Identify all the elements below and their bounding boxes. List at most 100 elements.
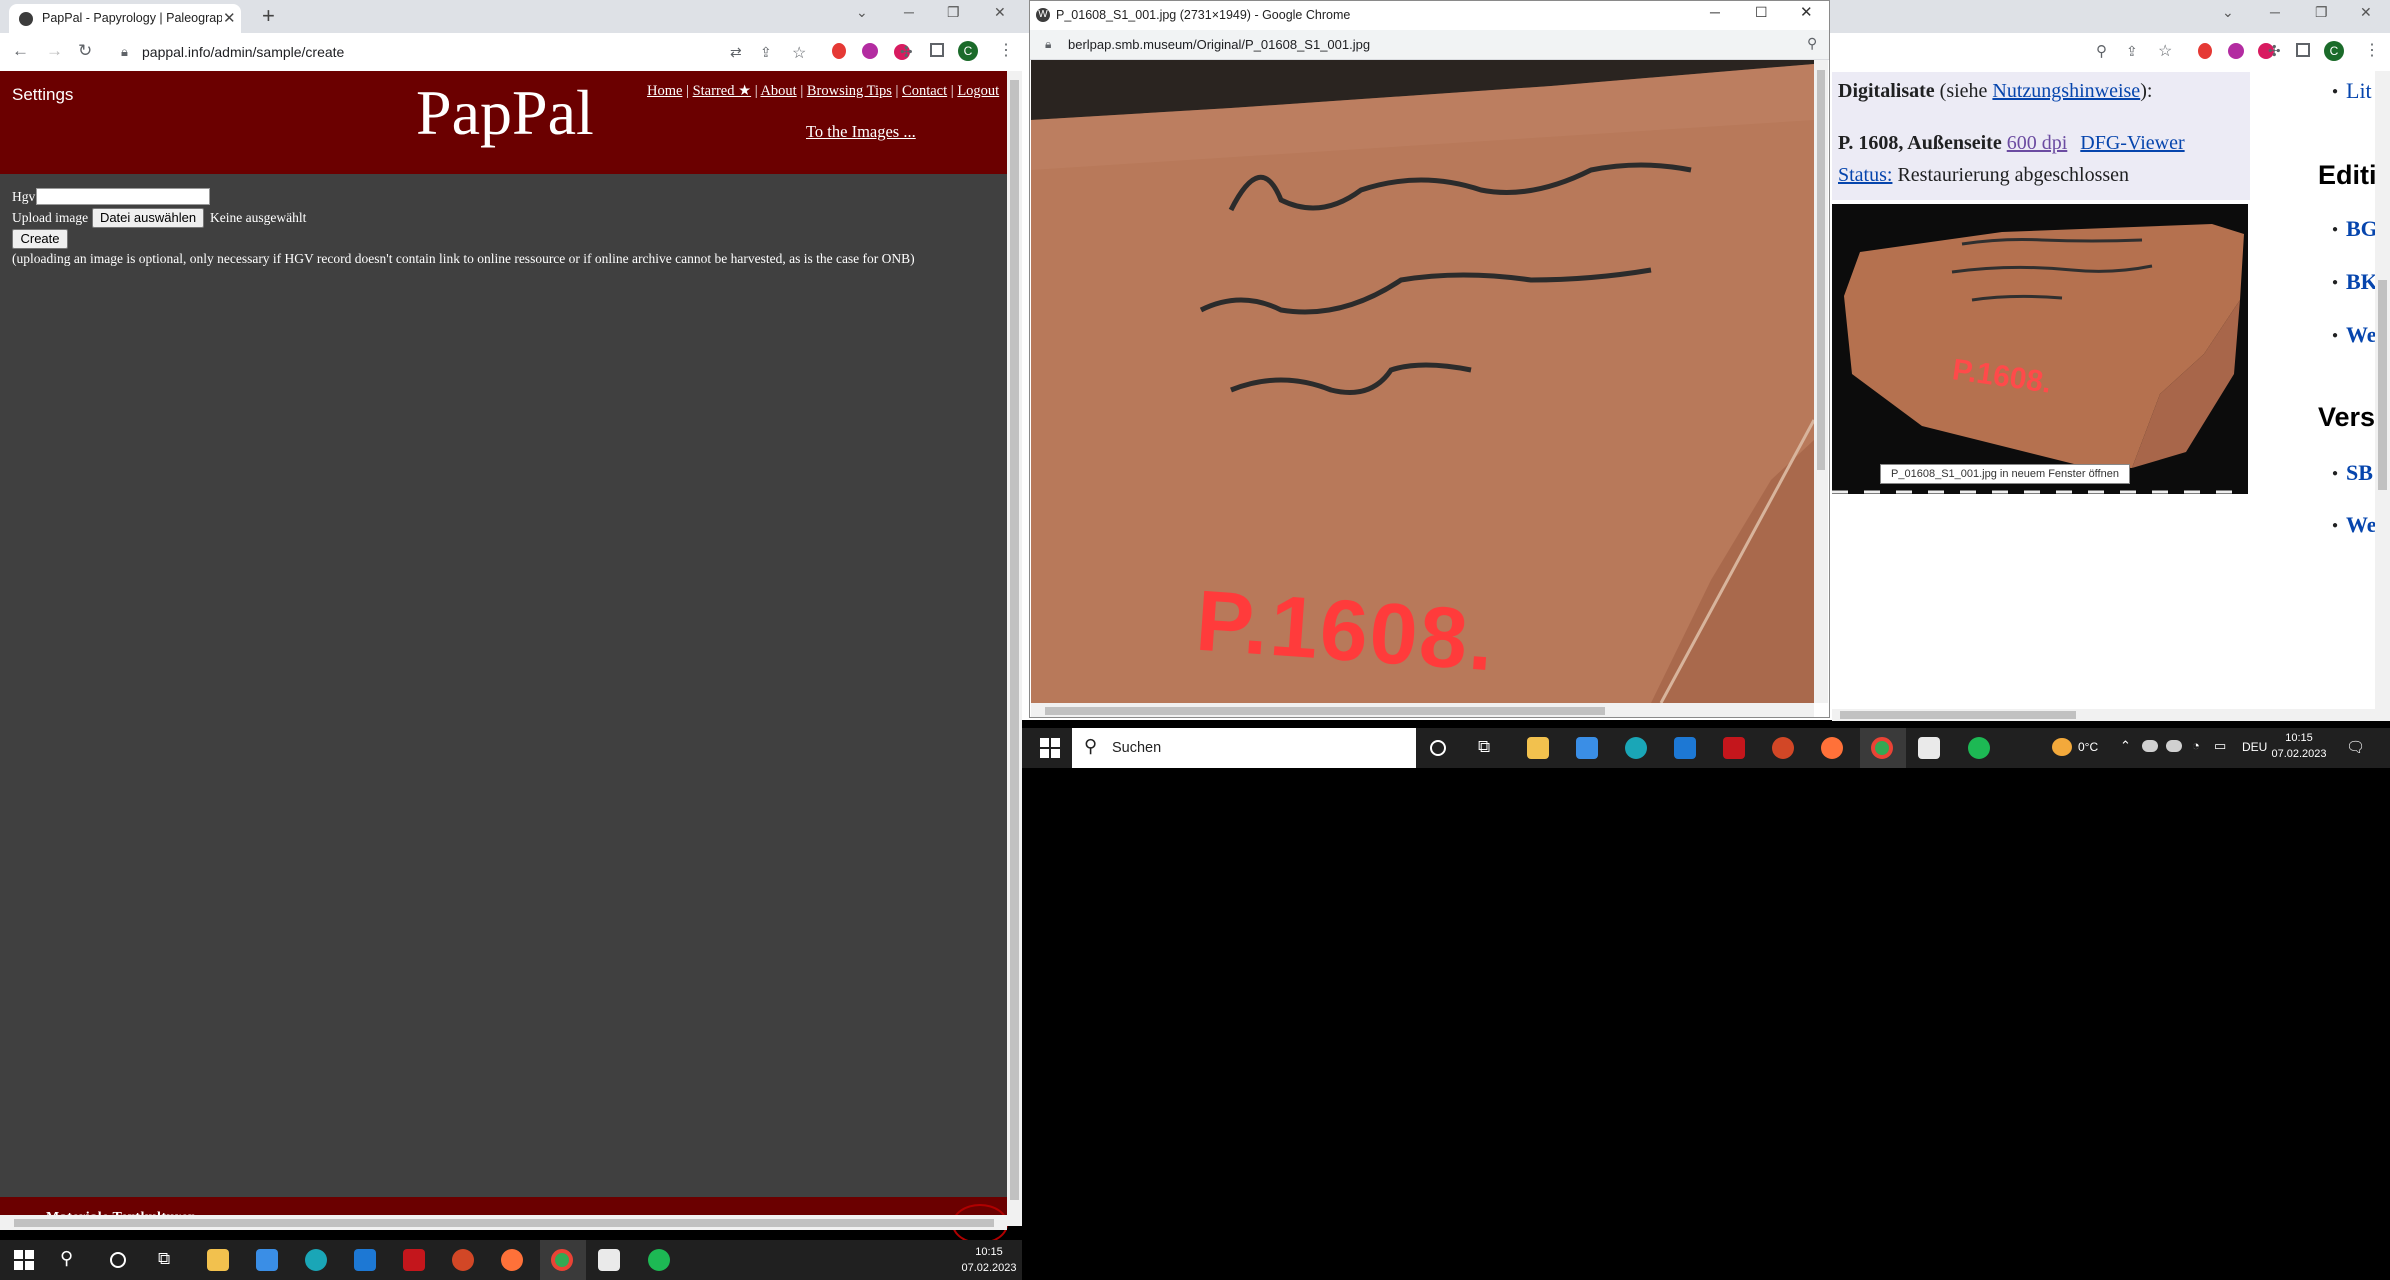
right-clock[interactable]: 10:15 07.02.2023 [2264,730,2334,762]
weather-icon[interactable] [2052,738,2072,756]
nav-browsing-tips[interactable]: Browsing Tips [807,83,892,99]
spotify-icon[interactable] [648,1249,670,1271]
create-button[interactable]: Create [12,229,68,249]
popup-zoom-icon[interactable]: ⚲ [1807,35,1817,52]
right-close-window-icon[interactable]: ✕ [2360,4,2372,21]
popup-minimize-icon[interactable]: ─ [1710,4,1720,20]
right-task-view-icon[interactable]: ⧉ [1478,737,1490,757]
right-chrome-icon[interactable] [1871,737,1893,759]
right-minimize-icon[interactable]: ─ [2270,4,2280,20]
lock-icon[interactable]: 🔒︎ [121,44,128,60]
popup-vertical-scroll-thumb[interactable] [1817,70,1825,470]
right-mail-icon[interactable] [1674,737,1696,759]
right-extension-purple-icon[interactable] [2228,43,2244,59]
left-vertical-scroll-thumb[interactable] [1010,80,1019,1200]
cortana-icon[interactable] [110,1252,126,1268]
side-panel-icon[interactable] [930,43,944,57]
right-side-panel-icon[interactable] [2296,43,2310,57]
restore-icon[interactable]: ❐ [947,4,960,21]
popup-maximize-icon[interactable]: ☐ [1755,4,1768,21]
task-view-icon[interactable]: ⧉ [158,1249,170,1269]
translate-icon[interactable]: ⇄ [730,44,742,61]
chrome-icon[interactable] [551,1249,573,1271]
nutzungshinweise-link[interactable]: Nutzungshinweise [1992,80,2140,102]
right-menu-dots-icon[interactable]: ⋮ [2364,40,2380,60]
search-icon[interactable]: ⚲ [60,1248,73,1269]
left-clock[interactable]: 10:15 07.02.2023 [960,1244,1018,1276]
extensions-puzzle-icon[interactable]: ✣ [900,43,913,61]
tray-wifi-icon[interactable]: ◔ [2192,738,2200,753]
right-extensions-puzzle-icon[interactable]: ✣ [2268,42,2281,60]
papyrus-thumbnail-image[interactable] [1832,204,2248,494]
app-window-icon[interactable] [598,1249,620,1271]
menu-dots-icon[interactable]: ⋮ [998,40,1014,60]
right-edge-icon[interactable] [1625,737,1647,759]
status-link[interactable]: Status: [1838,164,1892,186]
dfg-viewer-link[interactable]: DFG-Viewer [2080,132,2184,154]
tray-battery-icon[interactable]: ▭ [2214,738,2226,754]
nav-logout[interactable]: Logout [957,83,999,99]
windows-start-icon[interactable] [14,1250,34,1270]
left-browser-tab[interactable]: PapPal - Papyrology | Paleography ✕ [9,4,241,33]
right-tab-search-chevron-icon[interactable]: ⌄ [2222,4,2234,21]
sidebar-lit-link[interactable]: Lit [2346,78,2372,104]
notification-icon[interactable]: 🗨︎ [2346,738,2365,756]
sidebar-edition-1[interactable]: BG [2346,216,2378,242]
right-bookmark-star-icon[interactable]: ☆ [2158,41,2172,61]
nav-home[interactable]: Home [647,83,682,99]
right-restore-icon[interactable]: ❐ [2315,4,2328,21]
weather-text[interactable]: 0°C [2078,740,2098,754]
sidebar-version-1[interactable]: SB [2346,460,2373,486]
mail-icon[interactable] [354,1249,376,1271]
popup-close-icon[interactable]: ✕ [1800,3,1813,21]
edge-icon[interactable] [305,1249,327,1271]
right-windows-start-icon[interactable] [1040,738,1060,758]
settings-link[interactable]: Settings [12,85,73,105]
back-icon[interactable]: ← [12,41,29,61]
right-acrobat-icon[interactable] [1723,737,1745,759]
acrobat-icon[interactable] [403,1249,425,1271]
right-file-explorer-icon[interactable] [1527,737,1549,759]
nav-about[interactable]: About [760,83,796,99]
right-spotify-icon[interactable] [1968,737,1990,759]
right-zoom-icon[interactable]: ⚲ [2096,42,2107,60]
right-store-icon[interactable] [1576,737,1598,759]
minimize-icon[interactable]: ─ [904,4,914,20]
forward-icon[interactable]: → [46,41,63,61]
right-cortana-icon[interactable] [1430,740,1446,756]
tray-cloud-icon[interactable] [2166,740,2182,752]
firefox-icon[interactable] [501,1249,523,1271]
right-horizontal-scroll-thumb[interactable] [1840,711,2076,719]
to-images-link[interactable]: To the Images ... [806,122,916,142]
right-share-icon[interactable]: ⇪ [2126,43,2138,60]
tray-onedrive-icon[interactable] [2142,740,2158,752]
new-tab-icon[interactable]: + [262,3,275,29]
share-icon[interactable]: ⇪ [760,44,772,61]
extension-red-icon[interactable] [832,43,846,59]
store-icon[interactable] [256,1249,278,1271]
pappal-logo[interactable]: PapPal [416,76,594,150]
right-firefox-icon[interactable] [1821,737,1843,759]
tray-chevron-icon[interactable]: ⌃ [2120,738,2131,754]
left-horizontal-scroll-thumb[interactable] [14,1219,994,1227]
right-extension-red-icon[interactable] [2198,43,2212,59]
choose-file-button[interactable]: Datei auswählen [92,208,204,228]
tab-close-icon[interactable]: ✕ [223,9,236,27]
sidebar-edition-2[interactable]: BK [2346,269,2378,295]
right-app-window-icon[interactable] [1918,737,1940,759]
popup-horizontal-scroll-thumb[interactable] [1045,707,1605,715]
hgv-input[interactable] [36,188,210,205]
extension-purple-icon[interactable] [862,43,878,59]
profile-avatar[interactable]: C [958,41,978,61]
nav-contact[interactable]: Contact [902,83,947,99]
bookmark-star-icon[interactable]: ☆ [792,43,806,63]
right-vertical-scroll-thumb[interactable] [2378,280,2387,490]
file-explorer-icon[interactable] [207,1249,229,1271]
reload-icon[interactable]: ↻ [78,41,92,61]
right-powerpoint-icon[interactable] [1772,737,1794,759]
dpi-link[interactable]: 600 dpi [2007,132,2068,154]
right-profile-avatar[interactable]: C [2324,41,2344,61]
sidebar-edition-3[interactable]: We [2346,322,2377,348]
nav-starred[interactable]: Starred ★ [693,83,752,99]
sidebar-version-2[interactable]: We [2346,512,2377,538]
